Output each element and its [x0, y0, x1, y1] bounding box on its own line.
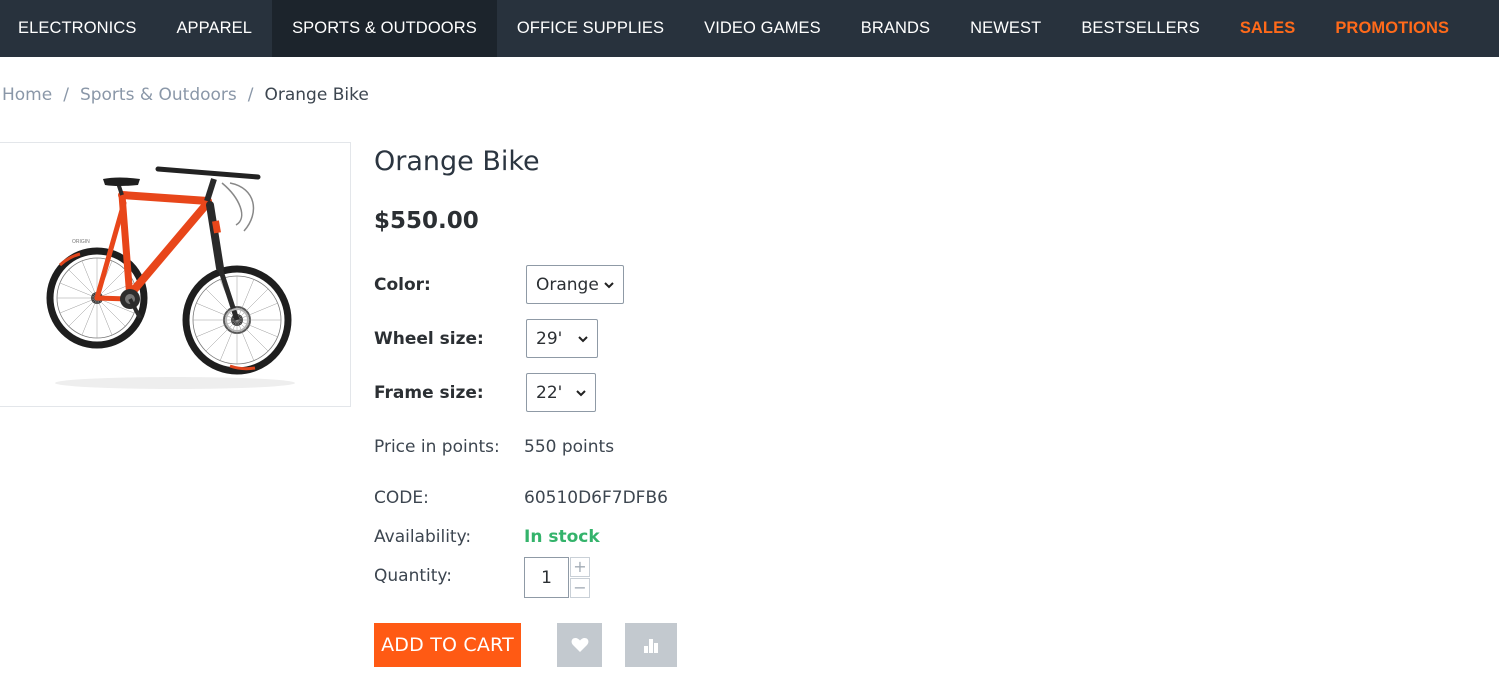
availability-status: In stock — [524, 527, 600, 547]
chevron-down-icon — [578, 336, 588, 343]
code-value: 60510D6F7DFB6 — [524, 488, 668, 508]
breadcrumb-separator: / — [247, 85, 254, 105]
breadcrumb-home-link[interactable]: Home — [2, 85, 52, 105]
breadcrumb-current: Orange Bike — [264, 85, 369, 105]
breadcrumb-separator: / — [63, 85, 69, 105]
quantity-decrease-button[interactable]: − — [570, 578, 590, 598]
breadcrumb: Home / Sports & Outdoors / Orange Bike — [2, 85, 369, 105]
breadcrumb-category-link[interactable]: Sports & Outdoors — [80, 85, 237, 105]
wheel-size-select[interactable]: 29' — [526, 319, 598, 358]
points-label: Price in points: — [374, 437, 500, 457]
add-to-cart-button[interactable]: ADD TO CART — [374, 623, 521, 667]
frame-size-select[interactable]: 22' — [526, 373, 596, 412]
wheel-size-select-value: 29' — [536, 328, 563, 349]
frame-size-label: Frame size: — [374, 383, 484, 403]
chevron-down-icon — [576, 390, 586, 397]
nav-item-newest[interactable]: NEWEST — [950, 0, 1061, 57]
product-image[interactable]: ORIGIN — [0, 142, 351, 407]
nav-item-bestsellers[interactable]: BESTSELLERS — [1061, 0, 1220, 57]
nav-item-sales[interactable]: SALES — [1220, 0, 1316, 57]
code-label: CODE: — [374, 488, 429, 508]
nav-item-apparel[interactable]: APPAREL — [156, 0, 272, 57]
chevron-down-icon — [604, 282, 614, 289]
quantity-label: Quantity: — [374, 566, 452, 586]
points-value: 550 points — [524, 437, 615, 457]
bar-chart-icon — [644, 639, 658, 653]
main-navigation: ELECTRONICS APPAREL SPORTS & OUTDOORS OF… — [0, 0, 1499, 57]
bike-photo: ORIGIN — [0, 143, 350, 406]
wishlist-button[interactable] — [557, 623, 602, 667]
nav-item-brands[interactable]: BRANDS — [841, 0, 950, 57]
frame-size-select-value: 22' — [536, 382, 563, 403]
nav-item-sports-outdoors[interactable]: SPORTS & OUTDOORS — [272, 0, 497, 57]
quantity-input[interactable]: 1 — [524, 557, 569, 598]
quantity-increase-button[interactable]: + — [570, 557, 590, 577]
color-select[interactable]: Orange — [526, 265, 624, 304]
availability-label: Availability: — [374, 527, 472, 547]
nav-item-video-games[interactable]: VIDEO GAMES — [684, 0, 841, 57]
product-price: $550.00 — [374, 208, 479, 234]
nav-item-electronics[interactable]: ELECTRONICS — [0, 0, 156, 57]
product-title: Orange Bike — [374, 146, 540, 177]
heart-icon — [571, 637, 588, 652]
compare-button[interactable] — [625, 623, 677, 667]
color-select-value: Orange — [536, 274, 599, 295]
nav-item-office-supplies[interactable]: OFFICE SUPPLIES — [497, 0, 684, 57]
nav-item-promotions[interactable]: PROMOTIONS — [1315, 0, 1469, 57]
wheel-size-label: Wheel size: — [374, 329, 484, 349]
color-label: Color: — [374, 275, 431, 295]
svg-text:ORIGIN: ORIGIN — [72, 239, 90, 245]
